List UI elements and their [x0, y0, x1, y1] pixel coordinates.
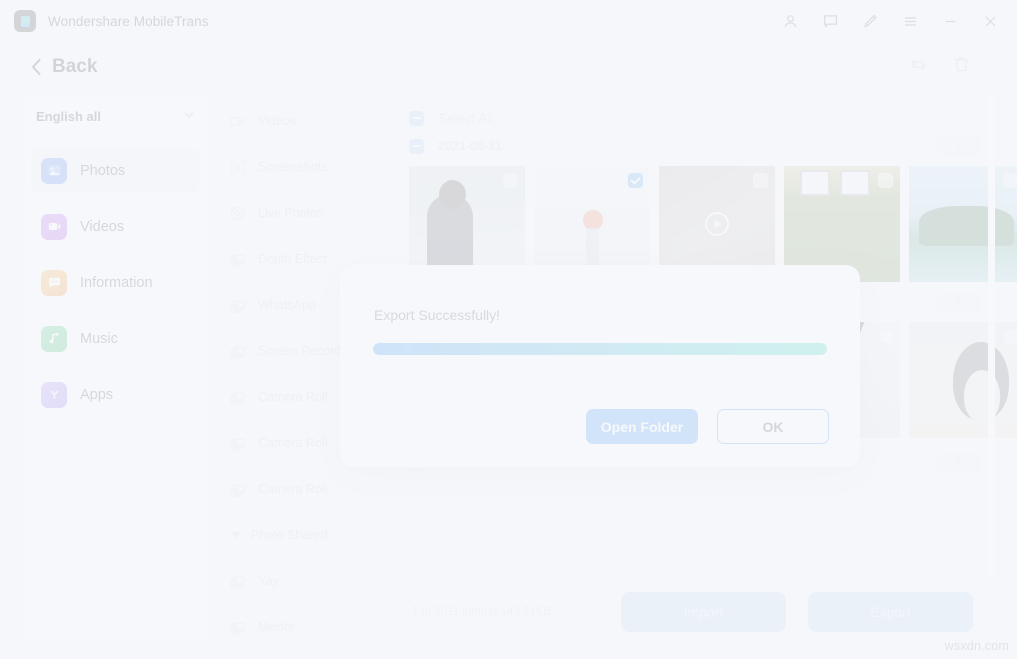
modal-overlay: Export Successfully! Open Folder OK — [0, 0, 1017, 659]
app-window: Wondershare MobileTrans — [0, 0, 1017, 659]
